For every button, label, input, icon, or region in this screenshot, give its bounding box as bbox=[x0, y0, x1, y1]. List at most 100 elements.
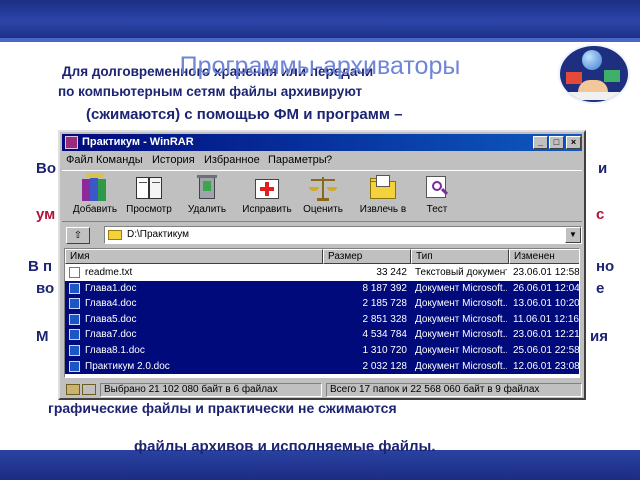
add-label: Добавить bbox=[72, 204, 118, 215]
repair-label: Исправить bbox=[242, 204, 292, 215]
window-titlebar[interactable]: Практикум - WinRAR _ □ × bbox=[62, 134, 582, 151]
cell-size: 1 310 720 bbox=[362, 345, 408, 356]
table-row[interactable]: Глава7.doc 4 534 784 Документ Microsoft...… bbox=[65, 327, 579, 343]
cell-name: Глава4.doc bbox=[85, 298, 137, 310]
word-doc-icon bbox=[69, 329, 80, 341]
cell-type: Документ Microsoft... bbox=[415, 298, 507, 310]
file-list[interactable]: Имя Размер Тип Изменен readme.txt 33 242 Т… bbox=[64, 248, 580, 378]
cell-size: 2 851 328 bbox=[362, 313, 408, 325]
add-button[interactable]: Добавить bbox=[66, 173, 124, 221]
cell-modified: 12.06.01 23:08 bbox=[513, 360, 580, 372]
disk-icon bbox=[82, 384, 96, 395]
word-doc-icon bbox=[69, 313, 80, 325]
paragraph-line: файлы архивов и исполняемые файлы. bbox=[134, 438, 436, 455]
table-row[interactable]: readme.txt 33 242 Текстовый документ 23.06.… bbox=[65, 265, 579, 281]
trash-icon bbox=[192, 173, 222, 201]
table-row[interactable]: Глава1.doc 8 187 392 Документ Microsoft...… bbox=[65, 280, 580, 297]
cell-type: Документ Microsoft... bbox=[415, 282, 507, 294]
column-header-type[interactable]: Тип bbox=[411, 249, 509, 264]
path-dropdown-button[interactable]: ▼ bbox=[565, 227, 581, 243]
menu-file[interactable]: Файл bbox=[66, 154, 93, 166]
winrar-window: Практикум - WinRAR _ □ × Файл Команды Ис… bbox=[58, 130, 586, 400]
estimate-label: Оценить bbox=[303, 204, 343, 215]
chevron-down-icon: ▼ bbox=[569, 230, 577, 239]
toolbar: Добавить Просмотр Удалить Исправить Оцен… bbox=[62, 170, 582, 222]
close-button[interactable]: × bbox=[566, 136, 581, 149]
table-row[interactable]: Практикум 2.0.doc 2 032 128 Документ Micro… bbox=[65, 358, 580, 375]
menu-commands[interactable]: Команды bbox=[96, 154, 143, 166]
cell-name: Глава1.doc bbox=[85, 282, 137, 294]
cell-type: Документ Microsoft... bbox=[415, 313, 507, 325]
paragraph-line: по компьютерным сетям файлы архивируют bbox=[58, 84, 363, 99]
cell-name: Практикум 2.0.doc bbox=[85, 360, 170, 372]
word-doc-icon bbox=[69, 345, 80, 356]
repair-button[interactable]: Исправить bbox=[238, 173, 296, 221]
extract-to-button[interactable]: Извлечь в bbox=[354, 173, 412, 221]
paragraph-fragment: во bbox=[36, 280, 55, 297]
cell-name: Глава5.doc bbox=[85, 313, 137, 325]
test-button[interactable]: Тест bbox=[408, 173, 466, 221]
cell-size: 2 185 728 bbox=[362, 298, 408, 310]
menu-help[interactable]: ? bbox=[326, 154, 332, 166]
key-icon bbox=[66, 384, 80, 395]
table-row[interactable]: Глава5.doc 2 851 328 Документ Microsoft...… bbox=[65, 311, 579, 328]
path-combobox[interactable]: D:\Практикум ▼ bbox=[104, 226, 582, 244]
extract-to-label: Извлечь в bbox=[359, 204, 407, 215]
word-doc-icon bbox=[69, 360, 80, 372]
add-books-icon bbox=[80, 173, 110, 201]
status-total: Всего 17 папок и 22 568 060 байт в 9 фай… bbox=[326, 383, 582, 397]
cell-name: Глава7.doc bbox=[85, 329, 137, 341]
cell-size: 4 534 784 bbox=[362, 329, 408, 341]
cell-size: 2 032 128 bbox=[362, 360, 408, 372]
cell-name: Глава8.1.doc bbox=[85, 345, 145, 356]
paragraph-fragment: ум bbox=[36, 206, 56, 223]
cell-modified: 11.06.01 12:16 bbox=[513, 313, 579, 325]
cell-name: readme.txt bbox=[85, 267, 133, 278]
menu-favorites[interactable]: Избранное bbox=[204, 154, 260, 166]
text-file-icon bbox=[69, 267, 80, 278]
menu-bar: Файл Команды История Избранное Параметры… bbox=[62, 152, 582, 169]
school-logo bbox=[558, 44, 630, 104]
up-folder-button[interactable]: ⇧ bbox=[66, 227, 90, 244]
estimate-button[interactable]: Оценить bbox=[294, 173, 352, 221]
path-text: D:\Практикум bbox=[127, 229, 189, 240]
column-header-modified[interactable]: Изменен bbox=[509, 249, 579, 264]
slide-title: Программы-архиваторы bbox=[179, 52, 461, 80]
view-label: Просмотр bbox=[126, 204, 172, 215]
cell-type: Документ Microsoft... bbox=[415, 360, 507, 372]
paragraph-fragment: но bbox=[596, 258, 615, 275]
menu-options[interactable]: Параметры bbox=[268, 154, 327, 166]
paragraph-fragment: е bbox=[596, 280, 605, 297]
test-label: Тест bbox=[426, 204, 448, 215]
cell-size: 8 187 392 bbox=[362, 282, 408, 294]
column-header-size[interactable]: Размер bbox=[323, 249, 411, 264]
menu-history[interactable]: История bbox=[152, 154, 195, 166]
paragraph-line: (сжимаются) с помощью ФМ и программ – bbox=[86, 106, 403, 123]
word-doc-icon bbox=[69, 282, 80, 294]
cell-type: Текстовый документ bbox=[415, 267, 507, 278]
paragraph-fragment: В п bbox=[28, 258, 53, 275]
view-button[interactable]: Просмотр bbox=[120, 173, 178, 221]
table-row[interactable]: Глава4.doc 2 185 728 Документ Microsoft...… bbox=[65, 296, 579, 312]
cell-modified: 13.06.01 10:20 bbox=[513, 298, 580, 310]
delete-label: Удалить bbox=[187, 204, 227, 215]
column-header-name[interactable]: Имя bbox=[65, 249, 323, 264]
test-magnifier-icon bbox=[422, 173, 452, 201]
view-book-icon bbox=[134, 173, 164, 201]
paragraph-fragment: ия bbox=[590, 328, 608, 345]
status-selected: Выбрано 21 102 080 байт в 6 файлах bbox=[100, 383, 322, 397]
cell-modified: 26.06.01 12:04 bbox=[513, 282, 580, 294]
cell-modified: 25.06.01 22:58 bbox=[513, 345, 580, 356]
paragraph-fragment: с bbox=[596, 206, 605, 223]
table-row[interactable]: Глава8.1.doc 1 310 720 Документ Microsoft.… bbox=[65, 343, 579, 359]
cell-modified: 23.06.01 12:58 bbox=[513, 267, 580, 278]
maximize-button[interactable]: □ bbox=[549, 136, 564, 149]
column-headers: Имя Размер Тип Изменен bbox=[65, 249, 579, 264]
paragraph-fragment: М bbox=[36, 328, 49, 345]
minimize-button[interactable]: _ bbox=[533, 136, 548, 149]
extract-folder-icon bbox=[368, 173, 398, 201]
folder-icon bbox=[108, 230, 122, 240]
paragraph-fragment: Во bbox=[36, 160, 56, 177]
paragraph-line: графические файлы и практически не сжима… bbox=[48, 400, 397, 416]
delete-button[interactable]: Удалить bbox=[178, 173, 236, 221]
